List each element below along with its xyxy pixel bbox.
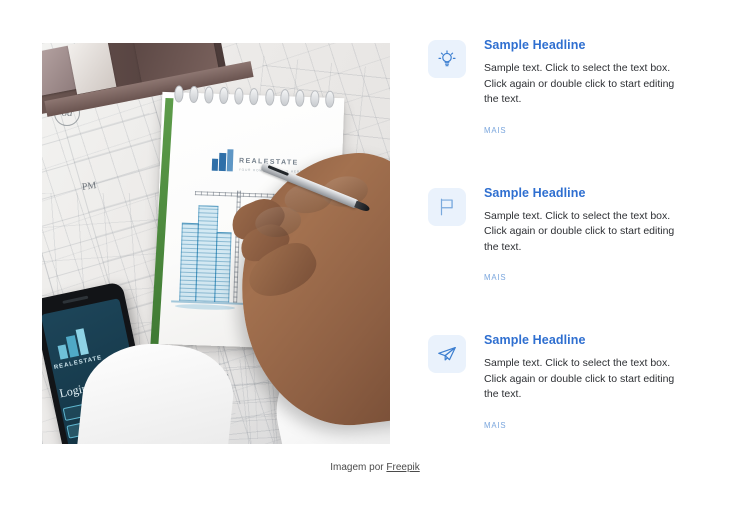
desk-photo-card xyxy=(67,43,117,95)
phone-speaker xyxy=(62,295,89,304)
building-icon xyxy=(211,149,235,172)
feature-text: Sample text. Click to select the text bo… xyxy=(484,209,675,253)
flag-icon[interactable] xyxy=(428,187,466,226)
sketch-shadow xyxy=(174,303,236,311)
feature-more-link[interactable]: MAIS xyxy=(484,421,506,430)
feature-body: Sample Headline Sample text. Click to se… xyxy=(484,333,714,433)
freepik-link[interactable]: Freepik xyxy=(386,462,419,473)
feature-body: Sample Headline Sample text. Click to se… xyxy=(484,186,714,286)
paper-plane-icon[interactable] xyxy=(428,335,466,374)
feature-more-link[interactable]: MAIS xyxy=(484,126,506,135)
hero-image: 6d PM 21 527.76 Ch 71 - Тrace II xyxy=(42,43,390,444)
feature-title: Sample Headline xyxy=(484,333,586,348)
image-credit-prefix: Imagem por xyxy=(330,462,387,473)
blueprint-pm-label: PM xyxy=(81,180,98,193)
feature-item: Sample Headline Sample text. Click to se… xyxy=(428,333,714,433)
feature-text: Sample text. Click to select the text bo… xyxy=(484,62,675,106)
photo-canvas: 6d PM 21 527.76 Ch 71 - Тrace II xyxy=(42,43,390,444)
sketch-tower xyxy=(214,231,232,303)
feature-list: Sample Headline Sample text. Click to se… xyxy=(428,38,714,433)
feature-more-link[interactable]: MAIS xyxy=(484,273,506,282)
feature-item: Sample Headline Sample text. Click to se… xyxy=(428,38,714,138)
page-root: 6d PM 21 527.76 Ch 71 - Тrace II xyxy=(0,0,750,521)
feature-text: Sample text. Click to select the text bo… xyxy=(484,357,675,401)
feature-item: Sample Headline Sample text. Click to se… xyxy=(428,186,714,286)
feature-title: Sample Headline xyxy=(484,185,586,200)
feature-body: Sample Headline Sample text. Click to se… xyxy=(484,38,714,138)
phone-building-icon xyxy=(55,327,94,360)
lightbulb-icon[interactable] xyxy=(428,40,466,78)
image-credit: Imagem por Freepik xyxy=(0,462,750,473)
feature-title: Sample Headline xyxy=(484,38,586,52)
